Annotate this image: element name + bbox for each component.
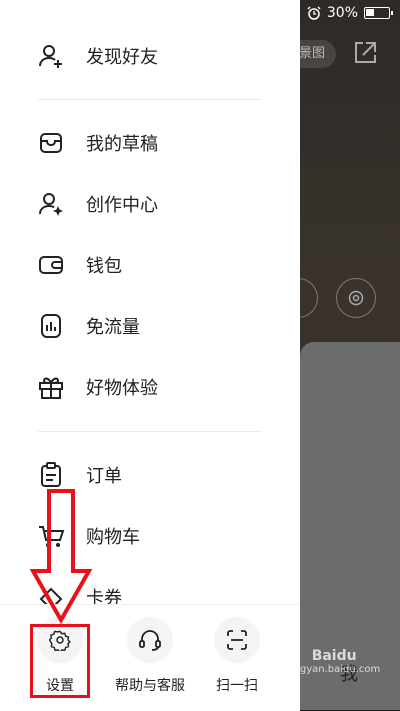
menu-item-label: 免流量 xyxy=(86,317,140,338)
headset-icon xyxy=(139,630,161,651)
menu-item-find-friends[interactable]: 发现好友 xyxy=(36,36,276,76)
battery-icon xyxy=(364,7,393,19)
scan-button[interactable]: 扫一扫 xyxy=(192,617,282,695)
scan-circle xyxy=(214,617,260,663)
menu-item-label: 订单 xyxy=(86,466,122,487)
menu-item-label: 钱包 xyxy=(86,256,122,277)
data-free-icon xyxy=(36,311,66,341)
menu-item-creator-center[interactable]: 创作中心 xyxy=(36,184,276,224)
wallet-icon xyxy=(36,250,66,280)
scan-icon xyxy=(227,630,247,650)
annotation-arrow-icon xyxy=(30,489,92,624)
share-icon xyxy=(355,42,376,63)
help-button[interactable]: 帮助与客服 xyxy=(105,617,195,695)
menu-item-label: 发现好友 xyxy=(86,47,158,68)
status-bar: 30% xyxy=(307,3,393,23)
menu-item-label: 购物车 xyxy=(86,527,140,548)
menu-item-label: 我的草稿 xyxy=(86,134,158,155)
menu-item-label: 好物体验 xyxy=(86,378,158,399)
menu-item-drafts[interactable]: 我的草稿 xyxy=(36,123,276,163)
help-label: 帮助与客服 xyxy=(115,678,185,694)
background-settings-circle xyxy=(336,278,376,318)
add-friend-icon xyxy=(36,41,66,71)
watermark: Baidu jingyan.baidu.com xyxy=(288,648,380,675)
gift-icon xyxy=(36,372,66,402)
menu-item-label: 创作中心 xyxy=(86,195,158,216)
scan-label: 扫一扫 xyxy=(216,678,258,694)
gear-icon xyxy=(348,290,364,306)
help-circle xyxy=(127,617,173,663)
battery-percent: 30% xyxy=(326,5,358,21)
divider xyxy=(38,99,262,100)
alarm-icon xyxy=(307,6,321,20)
creator-center-icon xyxy=(36,189,66,219)
menu-item-data-free[interactable]: 免流量 xyxy=(36,306,276,346)
watermark-url: jingyan.baidu.com xyxy=(288,664,381,675)
watermark-logo: Baidu xyxy=(311,648,357,664)
order-icon xyxy=(36,460,66,490)
menu-item-wallet[interactable]: 钱包 xyxy=(36,245,276,285)
divider xyxy=(38,431,262,432)
drafts-icon xyxy=(36,128,66,158)
settings-highlight-box xyxy=(30,624,90,698)
menu-item-product-trial[interactable]: 好物体验 xyxy=(36,367,276,407)
